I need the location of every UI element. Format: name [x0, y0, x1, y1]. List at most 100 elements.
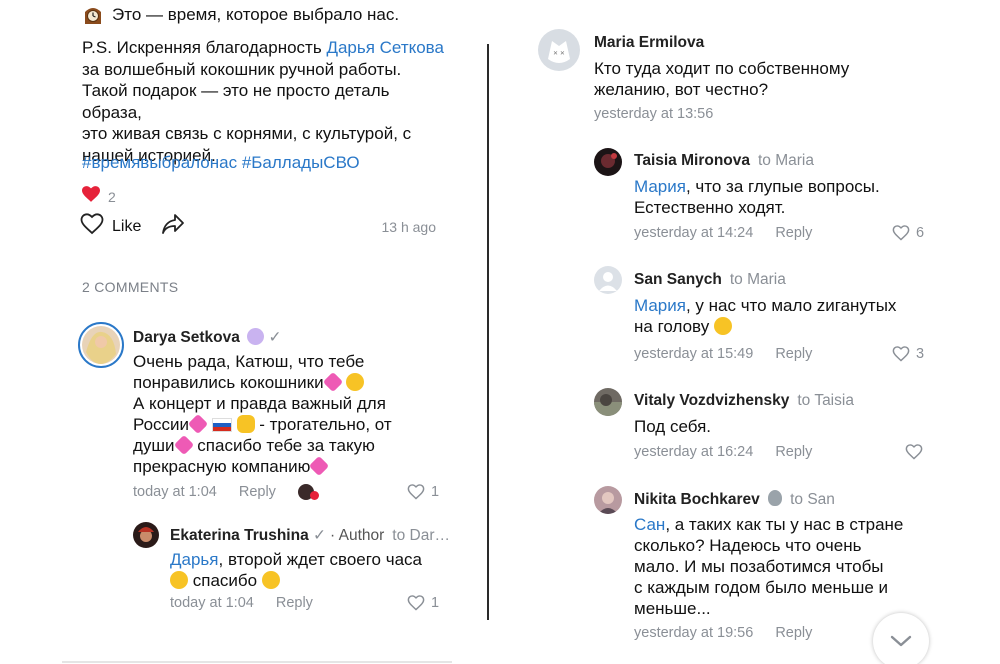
- comment-time: yesterday at 14:24: [634, 225, 754, 241]
- avatar[interactable]: [133, 522, 159, 548]
- left-post-panel: Это — время, которое выбрало нас. P.S. И…: [62, 0, 457, 664]
- mantel-clock-icon: [82, 5, 104, 25]
- comment-meta: yesterday at 14:24 Reply: [634, 225, 812, 241]
- comment-line: мало. И мы позаботимся чтобы: [634, 557, 884, 576]
- comment-text: Кто туда ходит по собственному желанию, …: [594, 58, 934, 100]
- comment-author[interactable]: San Sanych to Maria: [634, 271, 786, 289]
- comment-line: желанию, вот честно?: [594, 80, 769, 99]
- comment-like-button[interactable]: 6: [892, 225, 924, 241]
- comment-text: Сан, а таких как ты у нас в стране сколь…: [634, 514, 934, 619]
- checkmark-icon: ✓: [313, 527, 327, 544]
- chevron-down-icon: [890, 635, 912, 647]
- reply-button[interactable]: Reply: [775, 225, 812, 241]
- post-ps-prefix: P.S. Искренняя благодарность: [82, 38, 327, 57]
- comment-author[interactable]: Vitaly Vozdvizhensky to Taisia: [634, 392, 854, 410]
- comment-line: с каждым годом было меньше и: [634, 578, 889, 597]
- reply-to[interactable]: to Taisia: [797, 392, 854, 409]
- comment-meta: yesterday at 15:49 Reply: [634, 346, 812, 362]
- like-heart-icon[interactable]: [80, 213, 104, 240]
- author-name[interactable]: Taisia Mironova: [634, 152, 750, 169]
- post-line: Такой подарок — это не просто деталь обр…: [82, 81, 390, 122]
- comment-meta: yesterday at 19:56 Reply: [634, 625, 812, 641]
- sparkling-heart-icon: [187, 413, 209, 435]
- comment-line: Очень рада, Катюш, что тебе: [133, 352, 365, 371]
- comment-time: today at 1:04: [170, 595, 254, 611]
- avatar[interactable]: [594, 148, 622, 176]
- comment-time: yesterday at 13:56: [594, 106, 714, 122]
- heart-icon: [82, 186, 100, 207]
- liker-avatar: [297, 484, 319, 500]
- comment-author[interactable]: Ekaterina Trushina ✓ · Author to Dar…: [170, 526, 450, 545]
- comment-time: yesterday at 16:24: [634, 444, 754, 460]
- comment-author[interactable]: Taisia Mironova to Maria: [634, 152, 814, 170]
- author-name[interactable]: Ekaterina Trushina: [170, 527, 309, 544]
- reply-button[interactable]: Reply: [239, 484, 276, 500]
- avatar[interactable]: ✕ ✕: [538, 29, 580, 71]
- hugging-face-icon: [346, 373, 365, 391]
- comment-meta: yesterday at 16:24 Reply: [634, 444, 812, 460]
- panel-divider: [487, 44, 489, 620]
- comment-text: Мария, что за глупые вопросы. Естественн…: [634, 176, 934, 218]
- reply-button[interactable]: Reply: [775, 346, 812, 362]
- post-line: за волшебный кокошник ручной работы.: [82, 59, 402, 79]
- heart-eyes-icon: [170, 571, 188, 589]
- avatar[interactable]: [78, 322, 124, 368]
- comment-line: спасибо тебе за такую: [197, 436, 375, 455]
- comment-like-button[interactable]: 3: [892, 346, 924, 362]
- reply-to[interactable]: to Maria: [758, 152, 814, 169]
- comment-author[interactable]: Darya Setkova ✓: [133, 328, 281, 347]
- like-button[interactable]: Like: [112, 218, 141, 236]
- mention-link[interactable]: Мария: [634, 177, 686, 196]
- checkmark-icon: ✓: [268, 329, 282, 346]
- post-clock-text: Это — время, которое выбрало нас.: [112, 5, 400, 24]
- reply-button[interactable]: Reply: [276, 595, 313, 611]
- mention-link[interactable]: Сан: [634, 515, 665, 534]
- author-name[interactable]: Vitaly Vozdvizhensky: [634, 392, 789, 409]
- author-name[interactable]: Darya Setkova: [133, 329, 240, 346]
- russia-flag-icon: [211, 418, 232, 432]
- mention-link[interactable]: Дарья: [170, 550, 219, 569]
- comment-text: Дарья, второй ждет своего часа спасибо: [170, 549, 450, 591]
- comment-like-button[interactable]: 1: [407, 595, 439, 611]
- flexed-biceps-icon: [236, 415, 255, 433]
- post-mention-link[interactable]: Дарья Сеткова: [326, 38, 444, 57]
- post-hashtags[interactable]: #времявыбралонас #БалладыСВО: [82, 153, 360, 173]
- comment-line: сколько? Надеюсь что очень: [634, 536, 862, 555]
- comment-line: , что за глупые вопросы.: [685, 177, 880, 196]
- comment-author[interactable]: Nikita Bochkarev to San: [634, 490, 835, 509]
- author-name[interactable]: San Sanych: [634, 271, 722, 288]
- sparkling-heart-icon: [309, 455, 330, 477]
- comment-line: , а таких как ты у нас в стране: [665, 515, 904, 534]
- comment-author[interactable]: Maria Ermilova: [594, 34, 704, 52]
- heart-outline-icon: [905, 444, 923, 460]
- avatar[interactable]: [594, 486, 622, 514]
- reply-button[interactable]: Reply: [775, 625, 812, 641]
- comment-line: спасибо: [192, 571, 258, 590]
- avatar[interactable]: [594, 388, 622, 416]
- kissing-face-icon: [261, 571, 280, 589]
- comment-like-button[interactable]: 1: [407, 484, 439, 500]
- mention-link[interactable]: Мария: [634, 296, 686, 315]
- comment-line: Под себя.: [634, 417, 711, 436]
- comment-like-button[interactable]: [905, 444, 923, 460]
- heart-outline-icon: [407, 484, 425, 500]
- reply-button[interactable]: Reply: [775, 444, 812, 460]
- reply-to[interactable]: to Maria: [730, 271, 786, 288]
- comment-line: России: [133, 415, 190, 434]
- share-icon[interactable]: [161, 213, 185, 240]
- heart-outline-icon: [407, 595, 425, 611]
- avatar[interactable]: [594, 266, 622, 294]
- post-reactions[interactable]: 2: [82, 186, 116, 207]
- comment-time: yesterday at 19:56: [634, 625, 754, 641]
- like-count: 1: [431, 595, 440, 611]
- comment-text: Под себя.: [634, 416, 934, 437]
- reaction-count: 2: [108, 188, 116, 205]
- reply-to[interactable]: to Dar…: [392, 527, 450, 544]
- reply-to[interactable]: to San: [790, 491, 835, 508]
- like-count: 3: [916, 346, 925, 362]
- post-clock-line: Это — время, которое выбрало нас.: [82, 4, 452, 26]
- scroll-down-button[interactable]: [873, 613, 929, 664]
- comment-meta: yesterday at 13:56: [594, 106, 713, 122]
- author-name[interactable]: Nikita Bochkarev: [634, 491, 760, 508]
- winking-face-icon: [713, 317, 732, 335]
